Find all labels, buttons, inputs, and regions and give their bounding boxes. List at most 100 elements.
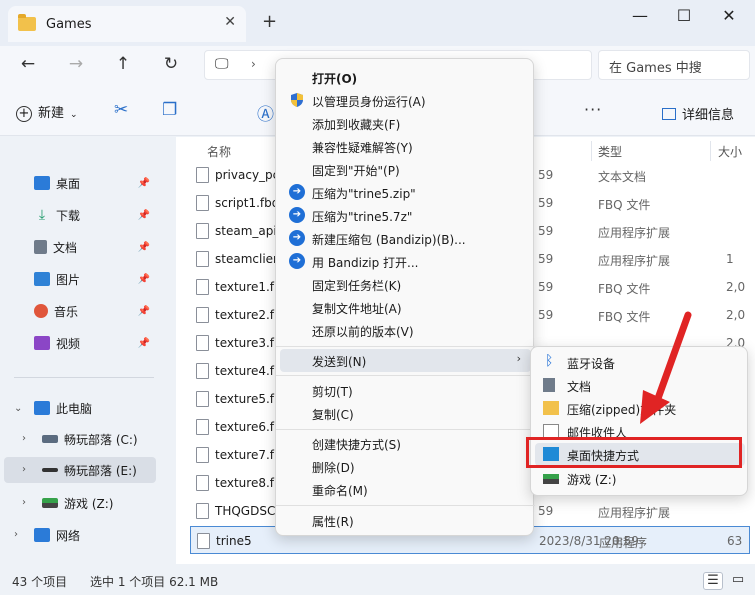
file-name: steamclien — [215, 252, 281, 266]
sidebar-item-pictures[interactable]: 图片 📌 — [34, 266, 156, 292]
file-size: 2,0 — [726, 308, 746, 322]
forward-icon[interactable]: → — [64, 54, 88, 74]
file-type: FBQ 文件 — [598, 310, 651, 324]
network-drive-icon — [42, 498, 58, 508]
menu-item-send-to[interactable]: 发送到(N) › — [280, 349, 531, 372]
submenu-item-bluetooth[interactable]: ᛒ 蓝牙设备 — [535, 351, 745, 374]
submenu-item-label: 压缩(zipped)文件夹 — [567, 403, 677, 417]
column-header-size[interactable]: 大小 — [718, 143, 742, 160]
submenu-item-label: 蓝牙设备 — [567, 357, 616, 371]
file-name: texture8.fb — [215, 476, 282, 490]
menu-item-label: 添加到收藏夹(F) — [312, 118, 401, 132]
sidebar-item-label: 畅玩部落 (E:) — [64, 463, 137, 478]
menu-item-create-shortcut[interactable]: 创建快捷方式(S) — [280, 432, 531, 455]
mail-icon — [543, 424, 559, 438]
menu-item-add-favorites[interactable]: 添加到收藏夹(F) — [280, 112, 531, 135]
file-date: 59 — [538, 224, 554, 238]
menu-item-open[interactable]: 打开(O) — [280, 66, 531, 89]
menu-item-properties[interactable]: 属性(R) — [280, 509, 531, 532]
sidebar-item-videos[interactable]: 视频 📌 — [34, 330, 156, 356]
sidebar-item-label: 图片 — [56, 272, 81, 287]
sidebar-item-music[interactable]: 音乐 📌 — [34, 298, 156, 324]
sidebar-item-network[interactable]: 网络 — [34, 522, 156, 548]
pin-icon: 📌 — [137, 177, 150, 189]
submenu-item-label: 文档 — [567, 380, 592, 394]
chevron-right-icon[interactable]: › — [22, 433, 26, 444]
chevron-right-icon[interactable]: › — [22, 497, 26, 508]
maximize-button[interactable]: ☐ — [672, 6, 696, 26]
refresh-icon[interactable]: ↻ — [159, 54, 183, 74]
menu-item-open-bandizip[interactable]: ➔ 用 Bandizip 打开... — [280, 250, 531, 273]
new-tab-button[interactable]: + — [262, 11, 277, 32]
cut-icon[interactable]: ✂ — [114, 100, 128, 120]
menu-item-label: 复制文件地址(A) — [312, 302, 402, 316]
computer-icon — [34, 401, 50, 415]
menu-item-rename[interactable]: 重命名(M) — [280, 478, 531, 501]
chevron-down-icon[interactable]: ⌄ — [14, 403, 22, 414]
chevron-right-icon[interactable]: › — [14, 529, 18, 540]
sidebar-item-downloads[interactable]: ⤓ 下载 📌 — [34, 202, 156, 228]
file-type: FBQ 文件 — [598, 282, 651, 296]
submenu-item-documents[interactable]: 文档 — [535, 374, 745, 397]
menu-item-label: 固定到"开始"(P) — [312, 164, 400, 178]
column-header-type[interactable]: 类型 — [598, 143, 622, 160]
back-icon[interactable]: ← — [16, 54, 40, 74]
file-name: texture6.fb — [215, 420, 282, 434]
new-button[interactable]: + 新建 ⌄ — [16, 102, 78, 122]
sidebar-item-drive-e[interactable]: › 畅玩部落 (E:) — [4, 457, 156, 483]
pin-icon: 📌 — [137, 241, 150, 253]
up-icon[interactable]: ↑ — [111, 54, 135, 74]
file-type: 应用程序扩展 — [598, 226, 671, 240]
menu-item-label: 以管理员身份运行(A) — [312, 95, 426, 109]
more-options-icon[interactable]: ··· — [584, 100, 602, 119]
bandizip-icon: ➔ — [289, 207, 305, 223]
menu-item-run-as-admin[interactable]: 以管理员身份运行(A) — [280, 89, 531, 112]
desktop-icon — [34, 176, 50, 190]
menu-item-delete[interactable]: 删除(D) — [280, 455, 531, 478]
menu-item-copy[interactable]: 复制(C) — [280, 402, 531, 425]
copy-icon[interactable]: ❐ — [162, 100, 177, 120]
tiles-view-icon[interactable]: ▭ — [728, 572, 748, 590]
file-date: 59 — [538, 196, 554, 210]
menu-item-restore-versions[interactable]: 还原以前的版本(V) — [280, 319, 531, 342]
column-header-name[interactable]: 名称 — [207, 143, 231, 160]
file-type: 应用程序扩展 — [598, 506, 671, 520]
details-view-icon[interactable]: ☰ — [703, 572, 723, 590]
menu-item-pin-start[interactable]: 固定到"开始"(P) — [280, 158, 531, 181]
menu-item-label: 打开(O) — [312, 72, 358, 86]
folder-icon — [18, 14, 36, 31]
sidebar-item-drive-z[interactable]: 游戏 (Z:) — [42, 490, 156, 516]
minimize-button[interactable]: — — [628, 6, 652, 26]
menu-item-copy-path[interactable]: 复制文件地址(A) — [280, 296, 531, 319]
file-icon — [196, 307, 209, 323]
sidebar-item-this-pc[interactable]: 此电脑 — [34, 395, 156, 421]
menu-item-compress-7z[interactable]: ➔ 压缩为"trine5.7z" — [280, 204, 531, 227]
menu-item-cut[interactable]: 剪切(T) — [280, 379, 531, 402]
submenu-item-drive-z[interactable]: 游戏 (Z:) — [535, 467, 745, 490]
pin-icon: 📌 — [137, 273, 150, 285]
menu-item-compress-zip[interactable]: ➔ 压缩为"trine5.zip" — [280, 181, 531, 204]
sidebar-item-documents[interactable]: 文档 📌 — [34, 234, 156, 260]
sidebar-item-drive-c[interactable]: 畅玩部落 (C:) — [42, 426, 156, 452]
bandizip-icon: ➔ — [289, 253, 305, 269]
submenu-item-zip-folder[interactable]: 压缩(zipped)文件夹 — [535, 397, 745, 420]
video-icon — [34, 336, 50, 350]
menu-item-compatibility[interactable]: 兼容性疑难解答(Y) — [280, 135, 531, 158]
tab-games[interactable]: Games ✕ — [8, 6, 246, 42]
pin-icon: 📌 — [137, 305, 150, 317]
search-input[interactable]: 在 Games 中搜 — [598, 50, 750, 80]
context-menu: 打开(O) 以管理员身份运行(A) 添加到收藏夹(F) 兼容性疑难解答(Y) 固… — [275, 58, 535, 536]
file-date: 59 — [538, 280, 554, 294]
menu-item-label: 用 Bandizip 打开... — [312, 256, 419, 270]
menu-item-pin-taskbar[interactable]: 固定到任务栏(K) — [280, 273, 531, 296]
column-divider — [710, 141, 711, 161]
sidebar-item-desktop[interactable]: 桌面 📌 — [34, 170, 156, 196]
menu-item-new-archive[interactable]: ➔ 新建压缩包 (Bandizip)(B)... — [280, 227, 531, 250]
close-tab-icon[interactable]: ✕ — [224, 14, 236, 30]
file-name: privacy_pc — [215, 168, 280, 182]
close-window-button[interactable]: ✕ — [717, 6, 741, 26]
rename-icon[interactable]: Ⓐ — [257, 100, 274, 125]
details-pane-button[interactable]: 详细信息 — [662, 104, 734, 123]
highlight-box — [526, 437, 742, 468]
menu-separator — [276, 505, 535, 506]
